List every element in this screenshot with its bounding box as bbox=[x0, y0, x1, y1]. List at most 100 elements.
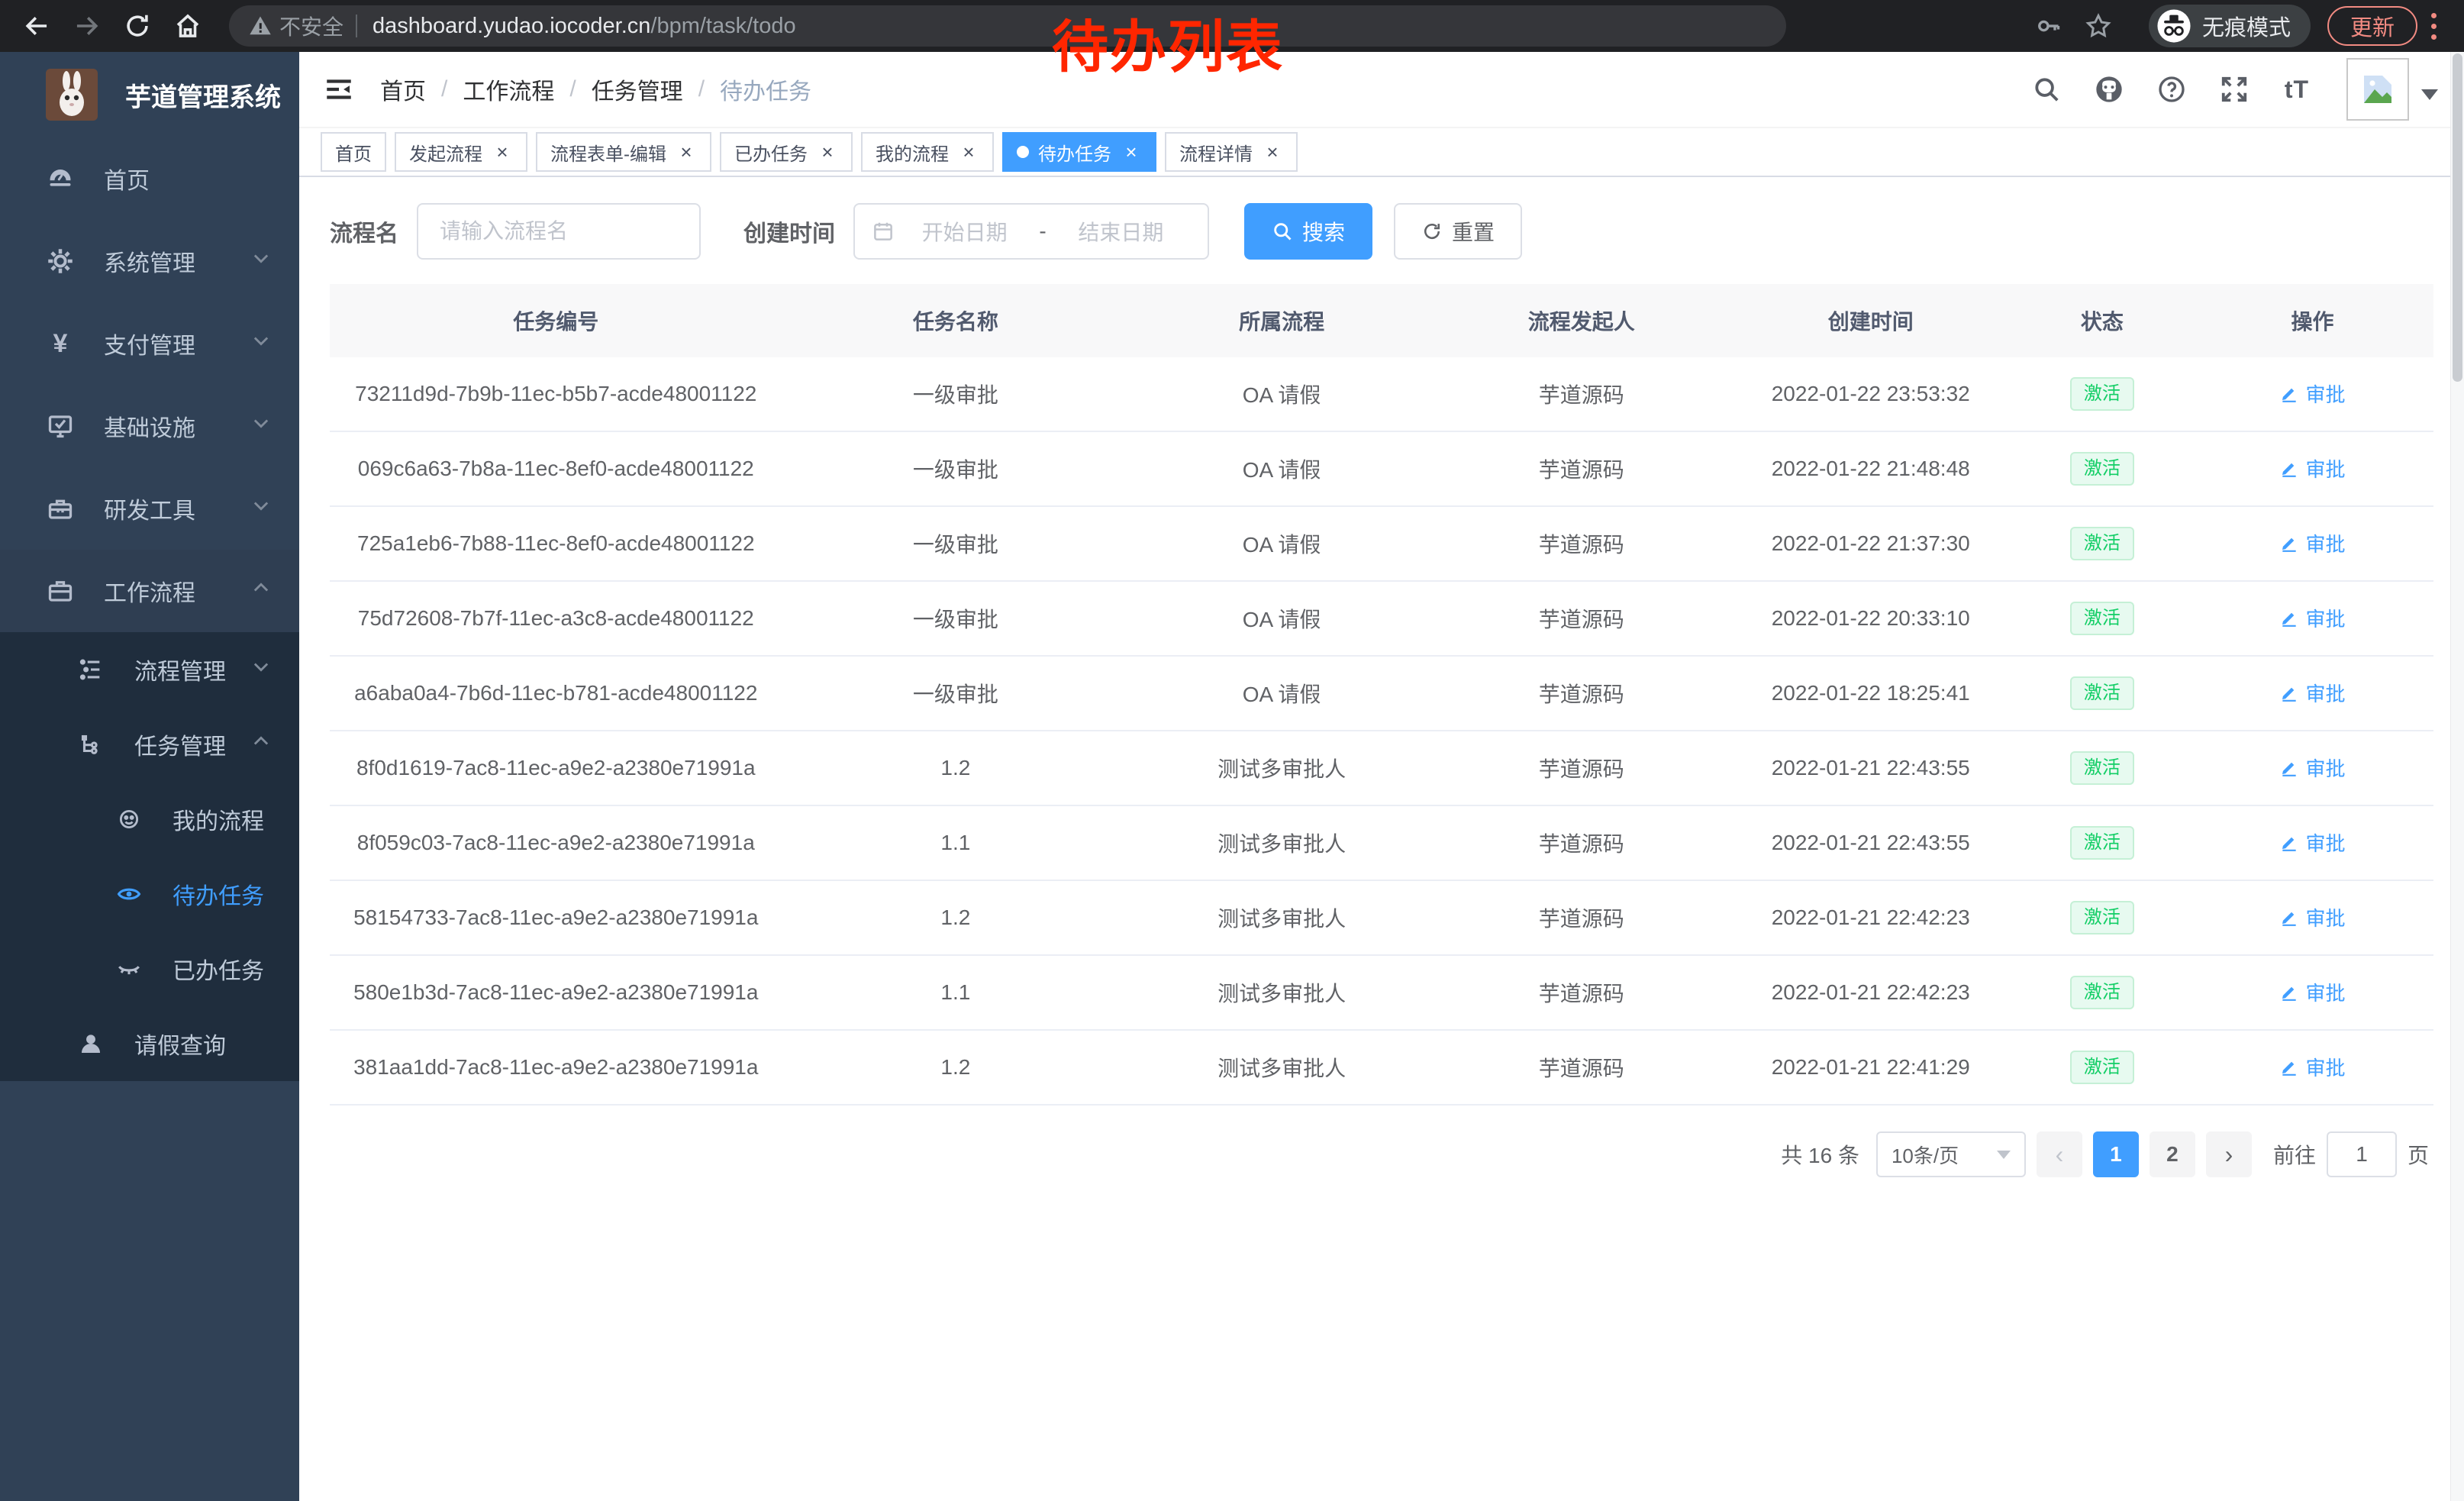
process-cell: 测试多审批人 bbox=[1129, 977, 1434, 1008]
status-cell: 激活 bbox=[2013, 602, 2191, 635]
approve-link[interactable]: 审批 bbox=[2279, 903, 2345, 931]
tags-view-tab[interactable]: 发起流程× bbox=[395, 132, 527, 172]
breadcrumb-home[interactable]: 首页 bbox=[380, 73, 426, 106]
search-button[interactable]: 搜索 bbox=[1244, 203, 1372, 260]
scrollbar-thumb[interactable] bbox=[2453, 53, 2462, 382]
starter-cell: 芋道源码 bbox=[1434, 1052, 1729, 1083]
navbar: 首页 / 工作流程 / 任务管理 / 待办任务 bbox=[299, 52, 2464, 128]
browser-reload-icon[interactable] bbox=[121, 9, 154, 43]
active-tab-dot-icon bbox=[1017, 146, 1029, 158]
bookmark-star-icon[interactable] bbox=[2082, 9, 2115, 43]
tags-view-tab[interactable]: 首页 bbox=[321, 132, 386, 172]
approve-link[interactable]: 审批 bbox=[2279, 828, 2345, 857]
tab-close-icon[interactable]: × bbox=[817, 141, 838, 163]
status-badge: 激活 bbox=[2070, 377, 2134, 411]
sidebar-item-todo-tasks[interactable]: 待办任务 bbox=[0, 857, 299, 931]
tab-close-icon[interactable]: × bbox=[958, 141, 979, 163]
sidebar-item-home[interactable]: 首页 bbox=[0, 137, 299, 220]
approve-link[interactable]: 审批 bbox=[2279, 454, 2345, 483]
tab-close-icon[interactable]: × bbox=[1121, 141, 1142, 163]
tab-close-icon[interactable]: × bbox=[492, 141, 513, 163]
approve-link[interactable]: 审批 bbox=[2279, 978, 2345, 1006]
approve-link[interactable]: 审批 bbox=[2279, 529, 2345, 557]
browser-home-icon[interactable] bbox=[171, 9, 205, 43]
page-scrollbar[interactable] bbox=[2450, 52, 2464, 1501]
sidebar-item-process-mgmt[interactable]: 流程管理 bbox=[0, 632, 299, 707]
create-time-cell: 2022-01-22 18:25:41 bbox=[1729, 681, 2013, 705]
tags-view-tab[interactable]: 已办任务× bbox=[720, 132, 853, 172]
task-id-cell: 381aa1dd-7ac8-11ec-a9e2-a2380e71991a bbox=[330, 1055, 782, 1080]
approve-link[interactable]: 审批 bbox=[2279, 379, 2345, 408]
tags-view-tab[interactable]: 待办任务× bbox=[1002, 132, 1156, 172]
task-name-cell: 1.2 bbox=[782, 1055, 1130, 1080]
page-button-2[interactable]: 2 bbox=[2150, 1131, 2195, 1177]
edit-pencil-icon bbox=[2279, 458, 2299, 478]
approve-link[interactable]: 审批 bbox=[2279, 1053, 2345, 1081]
approve-link[interactable]: 审批 bbox=[2279, 754, 2345, 782]
next-page-button[interactable]: › bbox=[2206, 1131, 2252, 1177]
sidebar-item-task-mgmt[interactable]: 任务管理 bbox=[0, 707, 299, 782]
action-cell: 审批 bbox=[2191, 754, 2433, 783]
browser-menu-icon[interactable] bbox=[2431, 13, 2437, 40]
sidebar-collapse-icon[interactable] bbox=[322, 73, 356, 106]
status-cell: 激活 bbox=[2013, 1051, 2191, 1084]
page-size-select[interactable]: 10条/页 bbox=[1876, 1131, 2026, 1177]
toolbox-icon bbox=[46, 494, 75, 523]
header-search-icon[interactable] bbox=[2029, 72, 2064, 107]
help-icon[interactable] bbox=[2154, 72, 2189, 107]
calendar-icon bbox=[872, 220, 895, 243]
tab-close-icon[interactable]: × bbox=[1262, 141, 1283, 163]
status-badge: 激活 bbox=[2070, 826, 2134, 860]
breadcrumb-workflow[interactable]: 工作流程 bbox=[463, 73, 554, 106]
sidebar-item-done-tasks[interactable]: 已办任务 bbox=[0, 931, 299, 1006]
tab-label: 流程表单-编辑 bbox=[550, 139, 666, 166]
action-cell: 审批 bbox=[2191, 679, 2433, 709]
sidebar-item-my-process[interactable]: 我的流程 bbox=[0, 782, 299, 857]
create-time-label: 创建时间 bbox=[743, 215, 835, 248]
tags-view-tab[interactable]: 流程详情× bbox=[1165, 132, 1298, 172]
table-row: 75d72608-7b7f-11ec-a3c8-acde48001122 一级审… bbox=[330, 582, 2433, 657]
process-name-input[interactable] bbox=[417, 203, 701, 260]
tags-view-tab[interactable]: 我的流程 × bbox=[861, 132, 994, 172]
tab-close-icon[interactable]: × bbox=[676, 141, 697, 163]
approve-link[interactable]: 审批 bbox=[2279, 604, 2345, 632]
approve-link[interactable]: 审批 bbox=[2279, 679, 2345, 707]
process-cell: 测试多审批人 bbox=[1129, 753, 1434, 783]
prev-page-button[interactable]: ‹ bbox=[2037, 1131, 2082, 1177]
reset-button[interactable]: 重置 bbox=[1394, 203, 1522, 260]
page-button-1[interactable]: 1 bbox=[2093, 1131, 2139, 1177]
sidebar-item-payment[interactable]: ¥ 支付管理 bbox=[0, 302, 299, 385]
status-cell: 激活 bbox=[2013, 901, 2191, 934]
avatar-caret-icon[interactable] bbox=[2421, 89, 2438, 100]
sidebar-item-leave-query[interactable]: 请假查询 bbox=[0, 1006, 299, 1081]
browser-update-button[interactable]: 更新 bbox=[2327, 6, 2417, 46]
date-range-picker[interactable]: 开始日期 - 结束日期 bbox=[853, 203, 1209, 260]
sidebar-item-infrastructure[interactable]: 基础设施 bbox=[0, 385, 299, 467]
chevron-down-icon bbox=[250, 495, 272, 522]
sidebar-item-system[interactable]: 系统管理 bbox=[0, 220, 299, 302]
task-name-cell: 1.1 bbox=[782, 831, 1130, 855]
app-logo-row[interactable]: 芋道管理系统 bbox=[0, 52, 299, 137]
avatar[interactable] bbox=[2346, 58, 2409, 121]
password-key-icon[interactable] bbox=[2031, 9, 2065, 43]
pagination: 共 16 条 10条/页 ‹ 1 2 › 前往 页 bbox=[330, 1131, 2429, 1177]
col-header-action: 操作 bbox=[2191, 305, 2433, 336]
sidebar-item-workflow[interactable]: 工作流程 bbox=[0, 550, 299, 632]
process-cell: OA 请假 bbox=[1129, 454, 1434, 484]
tab-label: 我的流程 bbox=[876, 139, 949, 166]
sidebar-item-dev-tools[interactable]: 研发工具 bbox=[0, 467, 299, 550]
address-bar[interactable]: 不安全 dashboard.yudao.iocoder.cn/bpm/task/… bbox=[229, 5, 1786, 47]
fullscreen-icon[interactable] bbox=[2217, 72, 2252, 107]
browser-forward-icon[interactable] bbox=[70, 9, 104, 43]
tags-view-tab[interactable]: 流程表单-编辑 × bbox=[536, 132, 711, 172]
table-row: 8f059c03-7ac8-11ec-a9e2-a2380e71991a 1.1… bbox=[330, 806, 2433, 881]
goto-page-input[interactable] bbox=[2327, 1131, 2397, 1177]
font-size-icon[interactable]: tT bbox=[2279, 72, 2314, 107]
process-cell: 测试多审批人 bbox=[1129, 902, 1434, 933]
browser-back-icon[interactable] bbox=[20, 9, 53, 43]
breadcrumb-task-mgmt[interactable]: 任务管理 bbox=[592, 73, 683, 106]
task-id-cell: 73211d9d-7b9b-11ec-b5b7-acde48001122 bbox=[330, 382, 782, 406]
edit-pencil-icon bbox=[2279, 383, 2299, 403]
github-icon[interactable] bbox=[2091, 72, 2127, 107]
starter-cell: 芋道源码 bbox=[1434, 828, 1729, 858]
